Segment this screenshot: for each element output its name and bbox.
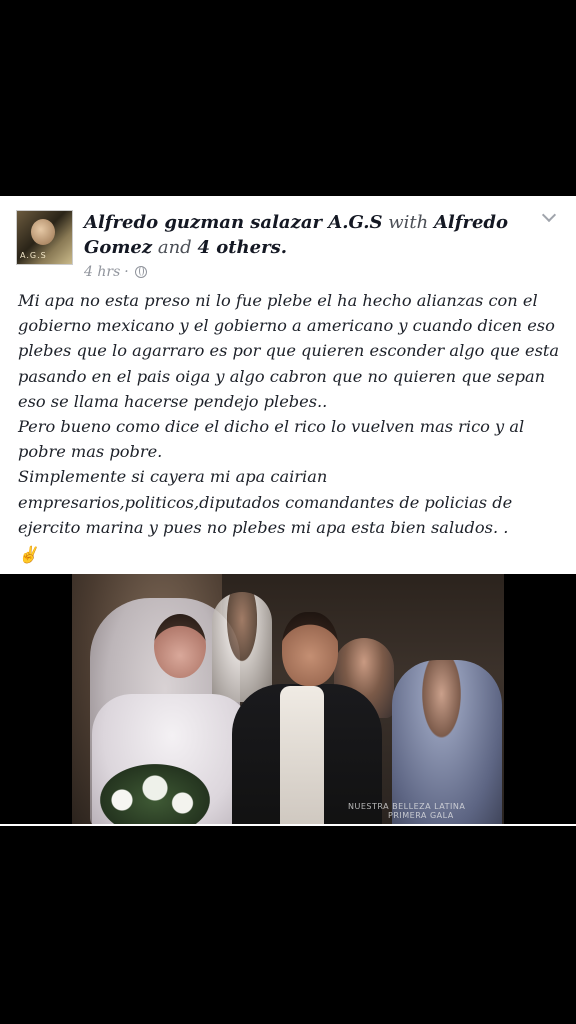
photo-guest	[392, 660, 502, 824]
photo-guest	[212, 592, 272, 702]
post-body: Mi apa no esta preso ni lo fue plebe el …	[18, 288, 566, 567]
post-paragraph-1: Mi apa no esta preso ni lo fue plebe el …	[18, 291, 560, 411]
author-name[interactable]: Alfredo guzman salazar A.G.S	[84, 212, 382, 233]
photo-groom-shirt	[280, 686, 324, 824]
photo-image[interactable]: NUESTRA BELLEZA LATINA PRIMERA GALA	[72, 574, 504, 824]
watermark-line-2: PRIMERA GALA	[388, 811, 454, 820]
photo-groom	[282, 612, 338, 686]
photo-bride	[154, 614, 206, 678]
post-header: Alfredo guzman salazar A.G.S with Alfred…	[84, 210, 524, 260]
globe-icon[interactable]	[134, 266, 147, 278]
photo-watermark: NUESTRA BELLEZA LATINA PRIMERA GALA	[348, 802, 498, 820]
watermark-line-1: NUESTRA BELLEZA LATINA	[348, 802, 466, 811]
victory-hand-icon: ✌	[18, 545, 38, 565]
photo-bouquet	[100, 764, 210, 824]
chevron-down-icon[interactable]	[542, 210, 556, 224]
with-word: with	[388, 212, 429, 233]
avatar[interactable]: A.G.S	[16, 210, 73, 265]
avatar-face	[31, 219, 55, 245]
and-word: and	[157, 237, 192, 258]
post-meta: 4 hrs ·	[84, 262, 147, 282]
facebook-post: A.G.S Alfredo guzman salazar A.G.S with …	[0, 196, 576, 826]
post-paragraph-3: Simplemente si cayera mi apa cairian emp…	[18, 467, 513, 537]
post-paragraph-2: Pero bueno como dice el dicho el rico lo…	[18, 417, 525, 462]
post-time[interactable]: 4 hrs	[84, 264, 120, 280]
avatar-tag: A.G.S	[20, 251, 47, 260]
others-link[interactable]: 4 others.	[197, 237, 287, 258]
meta-separator: ·	[124, 264, 129, 280]
post-photo[interactable]: NUESTRA BELLEZA LATINA PRIMERA GALA	[0, 574, 576, 824]
